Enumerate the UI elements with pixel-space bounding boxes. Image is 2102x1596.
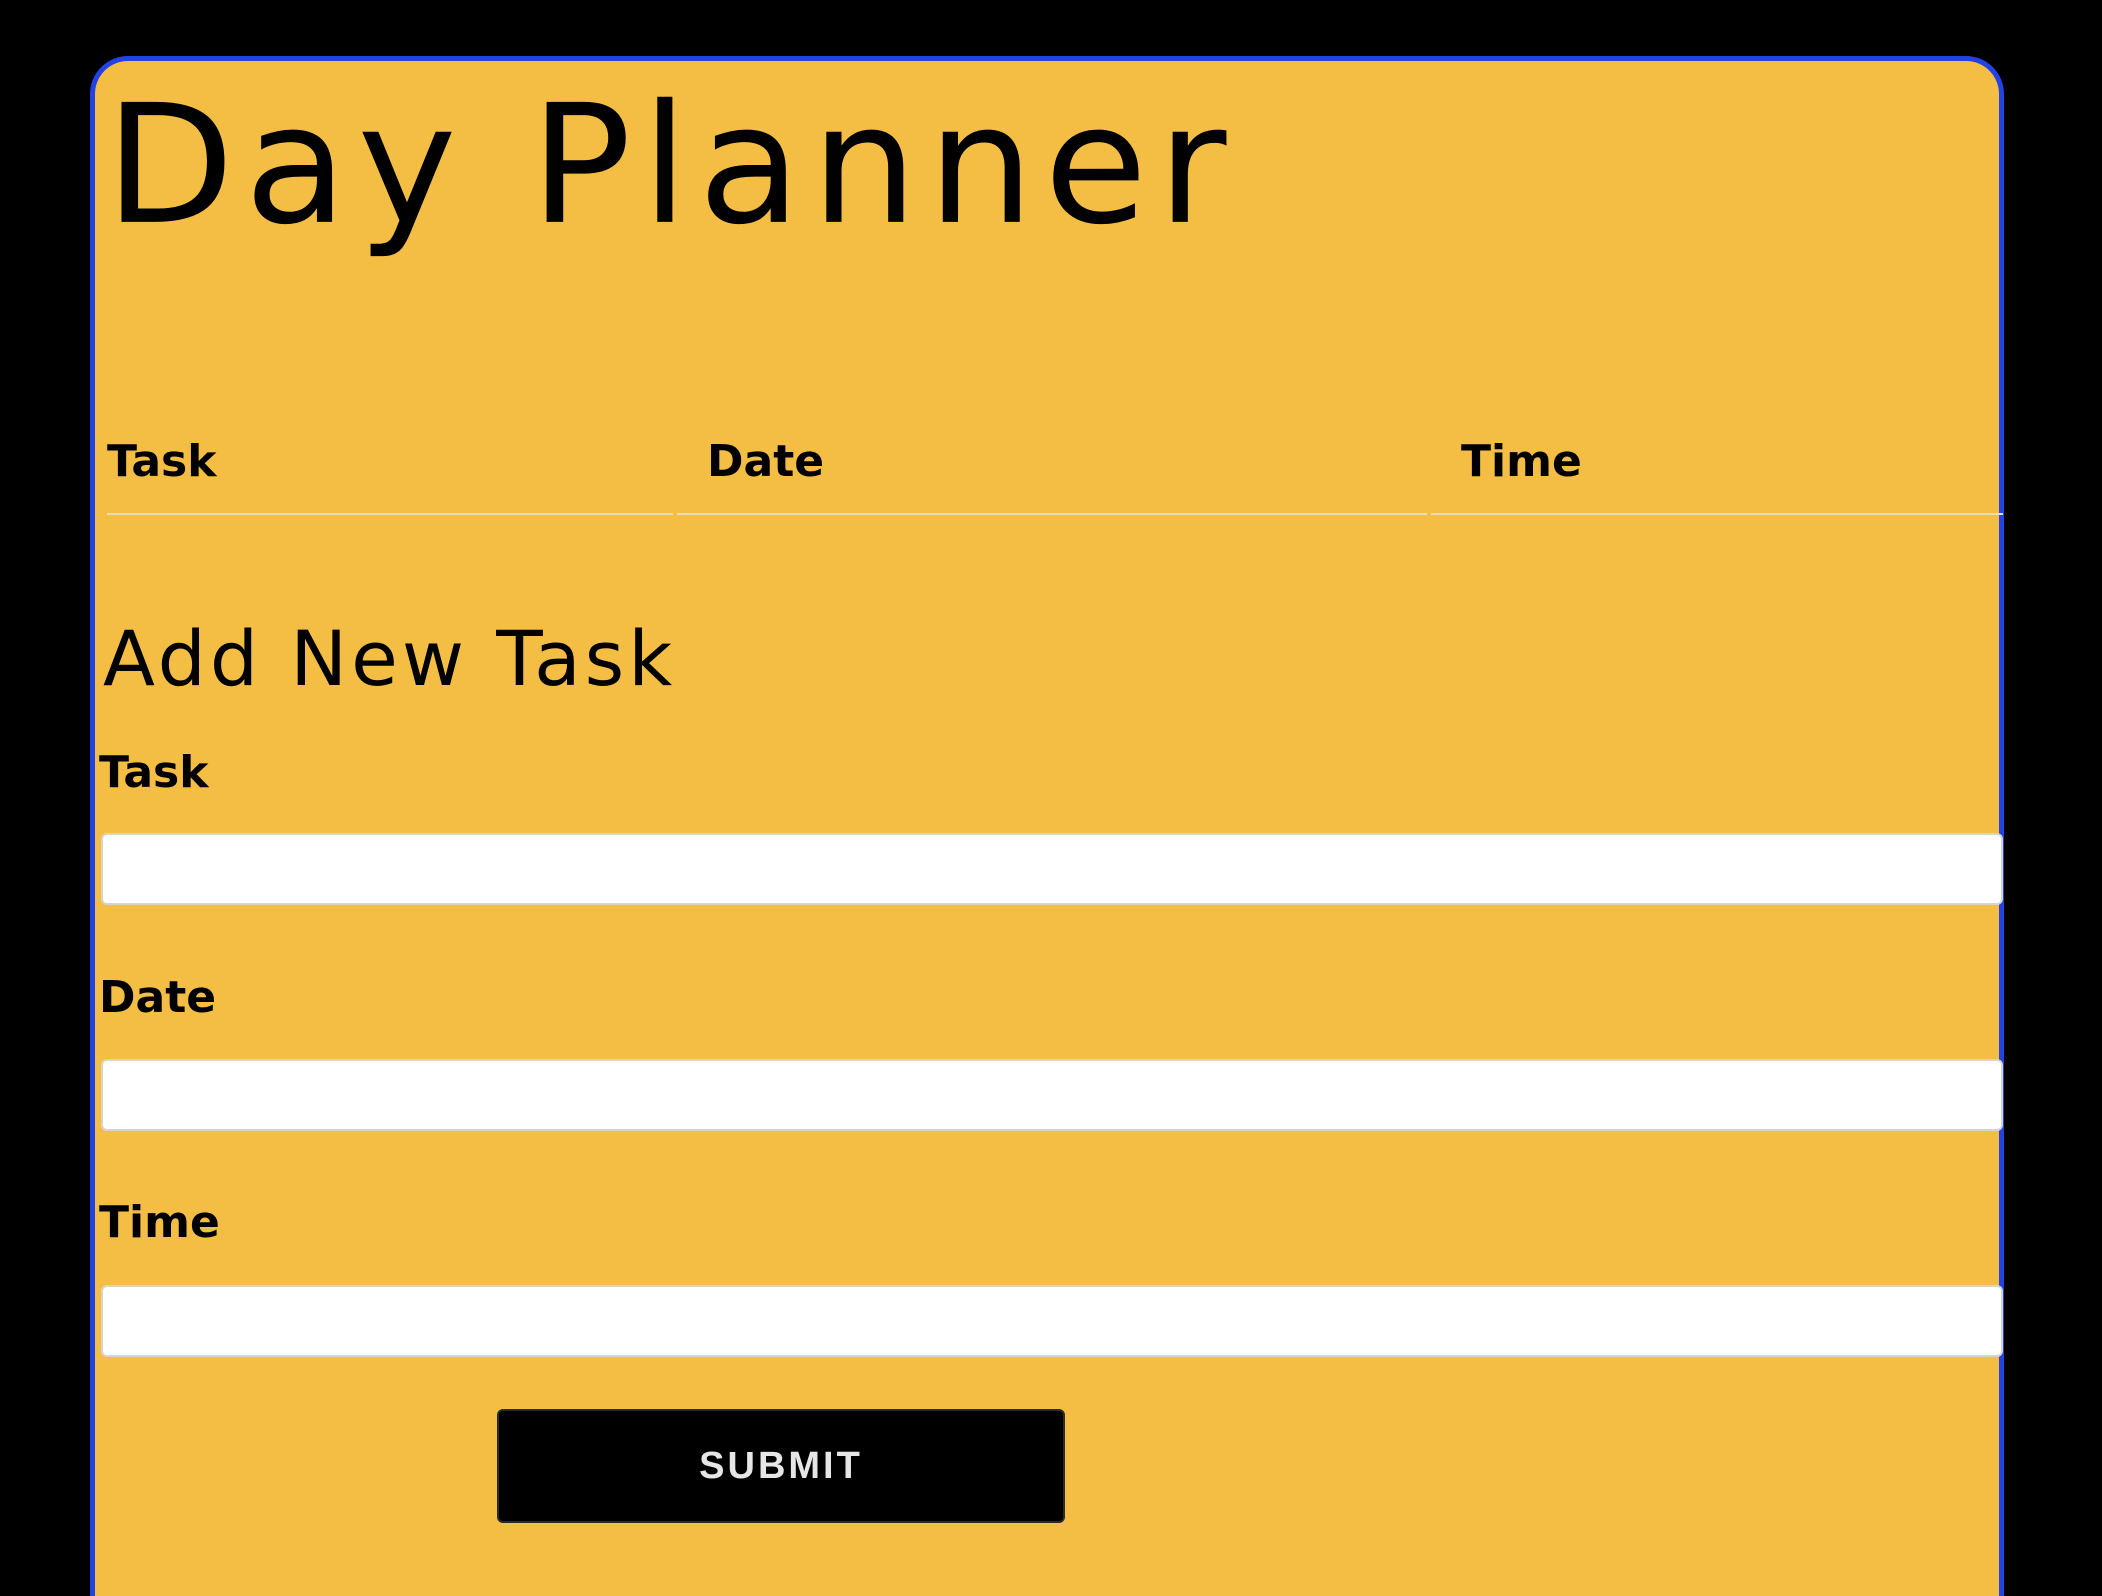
- planner-card: Day Planner Task Date Time Add New Task …: [90, 56, 2004, 1596]
- page-title: Day Planner: [105, 68, 1237, 262]
- time-field-label: Time: [99, 1197, 220, 1248]
- time-input[interactable]: [101, 1285, 2003, 1357]
- column-header-task: Task: [107, 431, 673, 515]
- add-task-heading: Add New Task: [103, 614, 677, 703]
- table-header-row: Task Date Time: [107, 431, 2003, 515]
- column-header-date: Date: [677, 431, 1427, 515]
- submit-button[interactable]: SUBMIT: [497, 1409, 1065, 1523]
- date-field-label: Date: [99, 972, 217, 1023]
- task-field-label: Task: [99, 747, 209, 798]
- tasks-table: Task Date Time: [103, 431, 2007, 515]
- task-input[interactable]: [101, 833, 2003, 905]
- column-header-time: Time: [1431, 431, 2003, 515]
- date-input[interactable]: [101, 1059, 2003, 1131]
